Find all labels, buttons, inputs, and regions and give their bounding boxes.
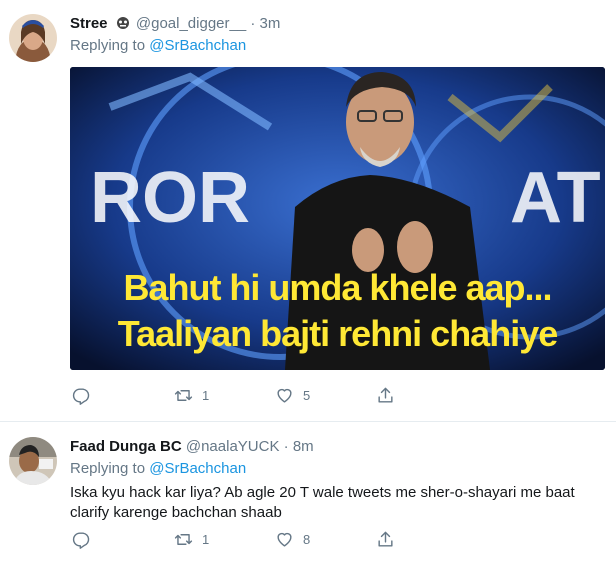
share-button[interactable] <box>376 385 395 405</box>
separator: · <box>283 438 289 455</box>
tweet-actions: 1 8 <box>70 529 430 549</box>
avatar[interactable] <box>9 14 57 62</box>
reply-icon <box>72 531 90 549</box>
retweet-count: 1 <box>202 531 210 547</box>
tweet-header: Faad Dunga BC @naalaYUCK · 8m <box>70 437 314 457</box>
retweet-button[interactable]: 1 <box>174 529 209 549</box>
retweet-count: 1 <box>202 387 210 403</box>
retweet-icon <box>174 533 193 545</box>
share-icon <box>378 531 393 547</box>
like-count: 5 <box>303 387 311 403</box>
replying-prefix: Replying to <box>70 37 146 54</box>
share-icon <box>378 387 393 403</box>
separator: · <box>250 15 256 32</box>
timestamp[interactable]: 8m <box>293 438 314 455</box>
replying-to: Replying to @SrBachchan <box>70 460 246 477</box>
timestamp[interactable]: 3m <box>260 15 281 32</box>
share-button[interactable] <box>376 529 395 549</box>
replying-prefix: Replying to <box>70 460 146 477</box>
tweet-header: Stree @goal_digger__ · 3m <box>70 14 280 34</box>
meme-caption-line-1: Bahut hi umda khele aap... <box>123 267 552 308</box>
emoji-badge-icon <box>116 16 130 30</box>
avatar-image <box>9 14 57 62</box>
reply-icon <box>72 387 90 405</box>
meme-caption-line-2: Taaliyan bajti rehni chahiye <box>117 313 559 354</box>
retweet-icon <box>174 389 193 401</box>
like-count: 8 <box>303 531 311 547</box>
avatar-image <box>9 437 57 485</box>
tweet-media-image[interactable]: ROR ATI Bahut hi umda khele aap... Taali… <box>70 67 605 370</box>
like-button[interactable]: 5 <box>275 385 310 405</box>
svg-text:ATI: ATI <box>510 158 605 238</box>
like-icon <box>277 532 292 547</box>
replying-to: Replying to @SrBachchan <box>70 37 246 54</box>
tweet-1[interactable]: Stree @goal_digger__ · 3m Replying to @S… <box>0 0 616 422</box>
like-button[interactable]: 8 <box>275 529 310 549</box>
reply-button[interactable] <box>72 529 91 549</box>
tweet-actions: 1 5 <box>70 385 430 405</box>
handle[interactable]: @goal_digger__ <box>136 15 246 32</box>
handle[interactable]: @naalaYUCK <box>186 438 280 455</box>
backdrop-text: ROR <box>90 158 250 238</box>
retweet-button[interactable]: 1 <box>174 385 209 405</box>
mention-link[interactable]: @SrBachchan <box>149 460 246 477</box>
reply-button[interactable] <box>72 385 91 405</box>
like-icon <box>277 388 292 403</box>
tweet-2[interactable]: Faad Dunga BC @naalaYUCK · 8m Replying t… <box>0 423 616 563</box>
display-name[interactable]: Faad Dunga BC <box>70 438 182 455</box>
avatar[interactable] <box>9 437 57 485</box>
display-name[interactable]: Stree <box>70 15 108 32</box>
mention-link[interactable]: @SrBachchan <box>149 37 246 54</box>
tweet-text: Iska kyu hack kar liya? Ab agle 20 T wal… <box>70 484 575 521</box>
